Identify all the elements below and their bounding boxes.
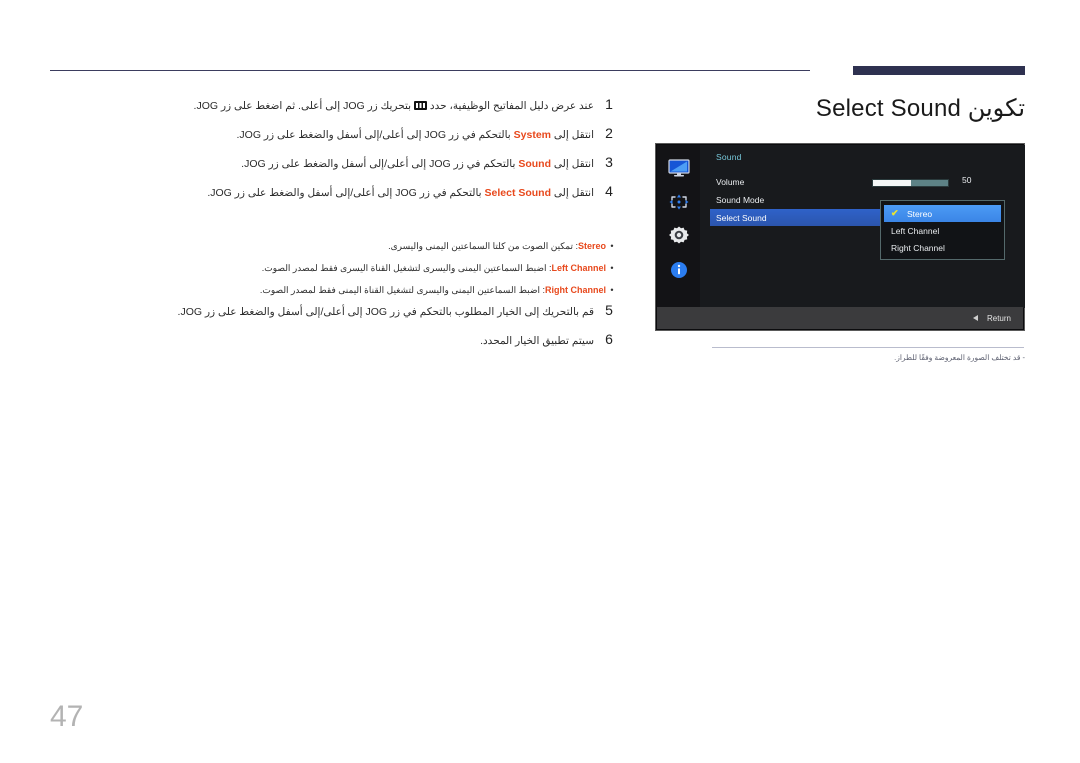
submenu-option-right-channel[interactable]: Right Channel [881,239,1004,256]
osd-menu-label: Volume [716,176,745,187]
osd-menu-label: Sound Mode [716,194,765,205]
step-text: انتقل إلى Sound بالتحكم في زر JOG إلى أع… [241,158,594,170]
select-sound-submenu: ✔ Stereo Left Channel Right Channel [880,200,1005,260]
bullet-text: Right Channel: اضبط السماعتين اليمنى وال… [223,284,606,297]
step-number: 1 [605,96,613,112]
instruction-step: 4 انتقل إلى Select Sound بالتحكم في زر J… [207,183,618,200]
instruction-step: 5 قم بالتحريك إلى الخيار المطلوب بالتحكم… [178,302,618,319]
step-text: انتقل إلى System بالتحكم في زر JOG إلى أ… [236,129,594,141]
osd-menu-label: Select Sound [716,212,767,223]
step-text: عند عرض دليل المفاتيح الوظيفية، حدد بتحر… [193,100,594,112]
bullet-keyword: Stereo [577,241,606,251]
volume-slider[interactable] [872,179,949,187]
bullet-text: Stereo: تمكين الصوت من كلتا السماعتين ال… [223,240,606,253]
header-accent-bar [853,66,1025,75]
osd-footer: Return [657,307,1023,329]
bullet-body: : اضبط السماعتين اليمنى واليسرى لتشغيل ا… [261,263,552,273]
step-keyword: Sound [518,158,552,170]
return-arrow-icon [972,315,978,321]
directional-pad-icon[interactable] [657,185,700,219]
list-item: • Stereo: تمكين الصوت من كلتا السماعتين … [223,240,618,253]
bullet-body: : اضبط السماعتين اليمنى واليسرى لتشغيل ا… [259,285,545,295]
volume-value: 50 [962,175,972,185]
submenu-option-left-channel[interactable]: Left Channel [881,222,1004,239]
instruction-step: 6 سيتم تطبيق الخيار المحدد. [228,331,618,348]
instruction-step: 1 عند عرض دليل المفاتيح الوظيفية، حدد بت… [194,96,618,113]
step-number: 3 [605,154,613,170]
caption-rule [712,347,1024,348]
bullet-marker: • [610,263,614,273]
osd-caption: ‐ قد تختلف الصورة المعروضة وفقًا للطراز. [894,353,1025,362]
osd-screenshot: Sound Volume 50 Sound Mode Select Sound … [655,143,1025,331]
osd-panel: Sound Volume 50 Sound Mode Select Sound … [700,145,1025,308]
step-number: 6 [605,331,613,347]
step-keyword: Select Sound [484,187,552,199]
page-title: تكوين Select Sound [815,95,1025,122]
submenu-option-label: Right Channel [891,242,945,253]
bullet-marker: • [610,241,614,251]
instruction-step: 3 انتقل إلى Sound بالتحكم في زر JOG إلى … [228,154,618,171]
return-label: Return [986,313,1011,323]
step-text: انتقل إلى Select Sound بالتحكم في زر JOG… [207,187,594,199]
step-number: 4 [605,183,613,199]
volume-slider-fill [873,180,911,186]
step-text: سيتم تطبيق الخيار المحدد. [480,335,594,347]
gear-icon[interactable] [657,219,700,253]
osd-nav-column [657,145,701,308]
instruction-step: 2 انتقل إلى System بالتحكم في زر JOG إلى… [228,125,618,142]
list-item: • Left Channel: اضبط السماعتين اليمنى وا… [223,262,618,275]
osd-panel-heading: Sound [716,152,742,162]
step-keyword: System [513,129,552,141]
bullet-text: Left Channel: اضبط السماعتين اليمنى والي… [223,262,606,275]
function-key-guide-icon [413,101,427,110]
monitor-icon[interactable] [657,151,700,185]
step-number: 2 [605,125,613,141]
option-description-list: • Stereo: تمكين الصوت من كلتا السماعتين … [223,240,618,306]
submenu-option-stereo[interactable]: ✔ Stereo [884,205,1001,222]
osd-screen: Sound Volume 50 Sound Mode Select Sound … [655,143,1025,331]
instruction-steps-continued: 5 قم بالتحريك إلى الخيار المطلوب بالتحكم… [178,302,618,360]
bullet-marker: • [610,285,614,295]
bullet-body: : تمكين الصوت من كلتا السماعتين اليمنى و… [388,241,578,251]
step-text: قم بالتحريك إلى الخيار المطلوب بالتحكم ف… [177,306,594,318]
info-icon[interactable] [657,253,700,287]
instruction-steps: 1 عند عرض دليل المفاتيح الوظيفية، حدد بت… [194,96,618,212]
page-number: 47 [50,700,84,733]
submenu-option-label: Left Channel [891,225,940,236]
check-icon: ✔ [891,208,899,218]
bullet-keyword: Left Channel [551,263,606,273]
list-item: • Right Channel: اضبط السماعتين اليمنى و… [223,284,618,297]
bullet-keyword: Right Channel [545,285,606,295]
step-number: 5 [605,302,613,318]
header-rule [50,70,810,71]
